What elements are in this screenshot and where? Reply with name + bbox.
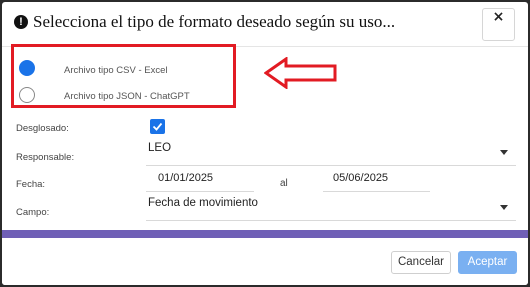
accept-button[interactable]: Aceptar [458,251,517,274]
close-button[interactable]: × [482,8,515,41]
fecha-label: Fecha: [16,179,46,190]
chevron-down-icon [500,150,508,155]
dialog-title: Selecciona el tipo de formato deseado se… [33,12,396,31]
campo-label: Campo: [16,207,50,218]
red-arrow-annotation [264,57,337,89]
exclamation-circle-icon: ! [14,15,28,29]
purple-divider-band [2,230,528,238]
fecha-from-value: 01/01/2025 [158,172,214,184]
desglosado-checkbox[interactable] [150,119,165,134]
radio-csv-label[interactable]: Archivo tipo CSV - Excel [64,65,167,76]
campo-value: Fecha de movimiento [148,197,258,209]
responsable-label: Responsable: [16,152,75,163]
fecha-to-value: 05/06/2025 [333,172,389,184]
cancel-button[interactable]: Cancelar [391,251,451,274]
fecha-from-input[interactable]: 01/01/2025 [146,172,254,192]
checkmark-icon [152,122,163,131]
export-format-dialog: ! Selecciona el tipo de formato deseado … [2,2,528,285]
fecha-to-input[interactable]: 05/06/2025 [323,172,430,192]
chevron-down-icon [500,205,508,210]
responsable-select[interactable]: LEO [146,142,516,166]
desglosado-label: Desglosado: [16,123,69,134]
radio-csv[interactable] [19,60,35,76]
responsable-value: LEO [148,142,172,154]
fecha-separator: al [280,178,288,189]
radio-json[interactable] [19,87,35,103]
dialog-footer: Cancelar Aceptar [2,238,528,285]
radio-json-label[interactable]: Archivo tipo JSON - ChatGPT [64,91,190,102]
campo-select[interactable]: Fecha de movimiento [146,197,516,221]
dialog-header: ! Selecciona el tipo de formato deseado … [2,2,528,47]
